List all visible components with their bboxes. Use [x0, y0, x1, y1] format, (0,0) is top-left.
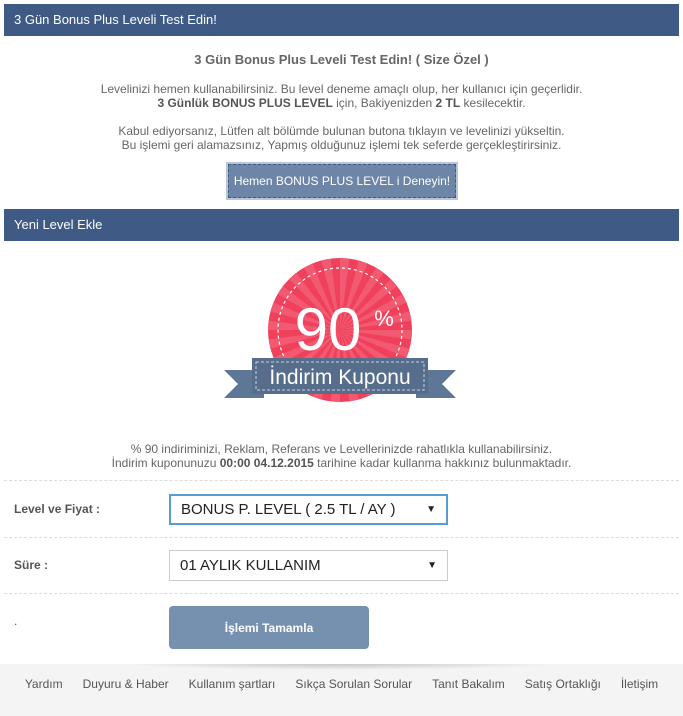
promo-description-line2: 3 Günlük BONUS PLUS LEVEL için, Bakiyeni…: [4, 96, 679, 110]
coupon-note-line1: % 90 indiriminizi, Reklam, Referans ve L…: [130, 442, 553, 456]
coupon-note-text-end: tarihine kadar kullanma hakkınız bulunma…: [313, 456, 572, 470]
duration-label: Süre :: [14, 558, 49, 572]
coupon-expiry-date: 00:00 04.12.2015: [219, 456, 314, 470]
promo-text-end: kesilecektir.: [460, 96, 526, 110]
chevron-down-icon: ▼: [426, 504, 436, 515]
footer-link-promote[interactable]: Tanıt Bakalım: [422, 677, 515, 691]
footer-link-faq[interactable]: Sıkça Sorulan Sorular: [285, 677, 422, 691]
footer-link-contact[interactable]: İletişim: [611, 677, 668, 691]
new-level-header: Yeni Level Ekle: [4, 209, 679, 241]
footer-link-news[interactable]: Duyuru & Haber: [73, 677, 179, 691]
discount-coupon-badge: 90 % İndirim Kuponu: [224, 258, 456, 402]
coupon-percent-sign: %: [374, 306, 394, 331]
promo-instructions: Kabul ediyorsanız, Lütfen alt bölümde bu…: [4, 124, 679, 152]
promo-description: Levelinizi hemen kullanabilirsiniz. Bu l…: [4, 82, 679, 110]
complete-transaction-button[interactable]: İşlemi Tamamla: [169, 606, 369, 649]
promo-description-line1: Levelinizi hemen kullanabilirsiniz. Bu l…: [100, 82, 583, 96]
coupon-note-line2: İndirim kuponunuzu 00:00 04.12.2015 tari…: [4, 456, 679, 470]
promo-price: 2 TL: [435, 96, 461, 110]
divider: [4, 480, 679, 481]
chevron-down-icon: ▼: [427, 560, 437, 571]
promo-instructions-line2: Bu işlemi geri alamazsınız, Yapmış olduğ…: [121, 138, 562, 152]
level-price-select[interactable]: BONUS P. LEVEL ( 2.5 TL / AY ) ▼: [169, 494, 448, 525]
promo-header: 3 Gün Bonus Plus Leveli Test Edin!: [4, 4, 679, 36]
footer-shadow: [120, 664, 560, 670]
footer-link-affiliate[interactable]: Satış Ortaklığı: [515, 677, 611, 691]
promo-instructions-line1: Kabul ediyorsanız, Lütfen alt bölümde bu…: [118, 124, 565, 138]
footer-link-terms[interactable]: Kullanım şartları: [179, 677, 286, 691]
level-price-label: Level ve Fiyat :: [14, 502, 101, 516]
coupon-label: İndirim Kuponu: [269, 366, 410, 389]
submit-label-dot: .: [14, 614, 18, 628]
footer: Yardım Duyuru & Haber Kullanım şartları …: [0, 664, 683, 716]
promo-level-name: 3 Günlük BONUS PLUS LEVEL: [157, 96, 333, 110]
divider: [4, 537, 679, 538]
footer-links: Yardım Duyuru & Haber Kullanım şartları …: [0, 677, 683, 691]
coupon-note-text: İndirim kuponunuzu: [111, 456, 220, 470]
divider: [4, 593, 679, 594]
promo-text: için, Bakiyenizden: [332, 96, 436, 110]
level-price-value: BONUS P. LEVEL ( 2.5 TL / AY ): [181, 501, 396, 518]
coupon-percent-value: 90: [295, 296, 362, 363]
footer-link-help[interactable]: Yardım: [15, 677, 73, 691]
duration-select[interactable]: 01 AYLIK KULLANIM ▼: [169, 550, 448, 581]
try-bonus-plus-button[interactable]: Hemen BONUS PLUS LEVEL i Deneyin!: [228, 164, 456, 198]
duration-value: 01 AYLIK KULLANIM: [180, 557, 321, 574]
promo-title: 3 Gün Bonus Plus Leveli Test Edin! ( Siz…: [194, 52, 489, 67]
coupon-note: % 90 indiriminizi, Reklam, Referans ve L…: [4, 442, 679, 470]
